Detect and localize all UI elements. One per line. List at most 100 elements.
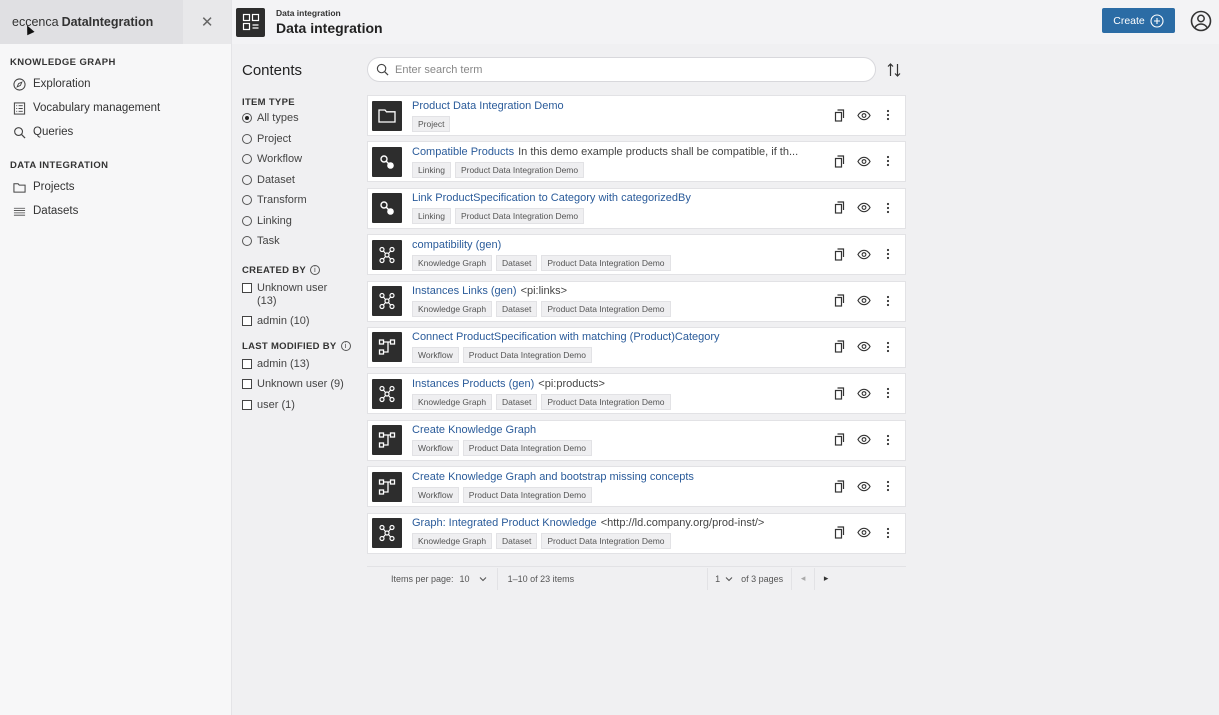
list-item[interactable]: Create Knowledge Graph and bootstrap mis… — [367, 466, 906, 508]
filter-label: Workflow — [257, 153, 303, 165]
folder-icon — [372, 100, 402, 131]
app-brand[interactable]: eccenca DataIntegration — [0, 0, 184, 44]
prev-page-icon[interactable]: ◂ — [792, 573, 814, 584]
checkbox[interactable] — [242, 315, 252, 326]
radio[interactable] — [242, 195, 252, 205]
search-input[interactable] — [395, 63, 855, 76]
sidebar-item-exploration[interactable]: Exploration — [0, 72, 231, 96]
list-item[interactable]: Connect ProductSpecification with matchi… — [367, 326, 906, 368]
clone-icon[interactable] — [833, 154, 847, 168]
create-button[interactable]: Create — [1102, 8, 1175, 33]
view-icon[interactable] — [857, 247, 871, 261]
view-icon[interactable] — [857, 294, 871, 308]
more-options-icon[interactable] — [881, 247, 895, 261]
next-page-icon[interactable]: ▸ — [815, 573, 837, 584]
list-item[interactable]: Product Data Integration Demo Project — [367, 95, 906, 136]
list-item[interactable]: Link ProductSpecification to Category wi… — [367, 187, 906, 229]
clone-icon[interactable] — [833, 526, 847, 540]
filter-option-project[interactable]: Project — [242, 133, 362, 154]
compass-icon — [13, 77, 26, 91]
view-icon[interactable] — [857, 479, 871, 493]
list-item[interactable]: Instances Links (gen) <pi:links> Knowledge… — [367, 280, 906, 322]
sidebar-item-vocabulary-management[interactable]: Vocabulary management — [0, 96, 231, 120]
list-item[interactable]: Instances Products (gen) <pi:products> Kno… — [367, 373, 906, 415]
more-options-icon[interactable] — [881, 154, 895, 168]
radio[interactable] — [242, 174, 252, 185]
list-item-title-link[interactable]: Instances Products (gen) — [412, 378, 534, 390]
list-item[interactable]: Graph: Integrated Product Knowledge <http… — [367, 512, 906, 554]
user-account-icon[interactable] — [1190, 10, 1212, 32]
list-item-title-link[interactable]: Create Knowledge Graph and bootstrap mis… — [412, 471, 694, 483]
clone-icon[interactable] — [833, 479, 847, 493]
radio-selected[interactable] — [242, 113, 252, 123]
filter-option-modified-admin[interactable]: admin (13) — [242, 358, 362, 379]
view-icon[interactable] — [857, 340, 871, 354]
sidebar-item-label: Datasets — [33, 205, 79, 217]
sort-icon[interactable] — [885, 61, 903, 79]
more-options-icon[interactable] — [881, 340, 895, 354]
more-options-icon[interactable] — [881, 526, 895, 540]
sidebar-item-label: Exploration — [33, 78, 91, 90]
clone-icon[interactable] — [833, 386, 847, 400]
radio[interactable] — [242, 133, 252, 144]
list-item[interactable]: compatibility (gen) Knowledge Graph Datase… — [367, 234, 906, 276]
close-icon[interactable]: ✕ — [183, 0, 231, 44]
list-item-title-link[interactable]: compatibility (gen) — [412, 239, 501, 251]
more-options-icon[interactable] — [881, 433, 895, 447]
list-item-body: Instances Links (gen) <pi:links> Knowledge… — [412, 285, 905, 318]
filter-option-linking[interactable]: Linking — [242, 215, 362, 236]
info-icon[interactable]: i — [310, 265, 321, 275]
list-item-title-link[interactable]: Create Knowledge Graph — [412, 424, 536, 436]
clone-icon[interactable] — [833, 294, 847, 308]
page-select[interactable]: 1 — [715, 574, 733, 584]
radio[interactable] — [242, 154, 252, 164]
clone-icon[interactable] — [833, 433, 847, 447]
checkbox[interactable] — [242, 379, 252, 389]
list-item-title-link[interactable]: Instances Links (gen) — [412, 285, 517, 297]
list-item-title-link[interactable]: Graph: Integrated Product Knowledge — [412, 517, 597, 529]
list-item[interactable]: Create Knowledge Graph Workflow Product Da… — [367, 419, 906, 461]
view-icon[interactable] — [857, 433, 871, 447]
filter-option-all-types[interactable]: All types — [242, 112, 362, 133]
filter-option-created-unknown-user[interactable]: Unknown user (13) — [242, 282, 362, 315]
checkbox[interactable] — [242, 399, 252, 410]
list-item-title-link[interactable]: Product Data Integration Demo — [412, 100, 564, 112]
view-icon[interactable] — [857, 108, 871, 122]
view-icon[interactable] — [857, 526, 871, 540]
radio[interactable] — [242, 236, 252, 246]
radio[interactable] — [242, 215, 252, 226]
filter-option-created-admin[interactable]: admin (10) — [242, 315, 362, 336]
sidebar-item-projects[interactable]: Projects — [0, 175, 231, 199]
view-icon[interactable] — [857, 201, 871, 215]
view-icon[interactable] — [857, 154, 871, 168]
filter-option-modified-user[interactable]: user (1) — [242, 399, 362, 420]
filter-option-workflow[interactable]: Workflow — [242, 153, 362, 174]
tag-list: Knowledge Graph Dataset Product Data Integ… — [412, 254, 905, 271]
clone-icon[interactable] — [833, 201, 847, 215]
filter-option-dataset[interactable]: Dataset — [242, 174, 362, 195]
sidebar-item-queries[interactable]: Queries — [0, 120, 231, 144]
list-item-title-link[interactable]: Connect ProductSpecification with matchi… — [412, 331, 720, 343]
info-icon[interactable]: i — [340, 341, 351, 351]
list-item-title-link[interactable]: Compatible Products — [412, 146, 514, 158]
filter-label: Transform — [257, 194, 307, 206]
clone-icon[interactable] — [833, 247, 847, 261]
filter-option-transform[interactable]: Transform — [242, 194, 362, 215]
items-per-page-select[interactable]: 10 — [460, 574, 487, 584]
checkbox[interactable] — [242, 358, 252, 369]
list-item[interactable]: Compatible Products In this demo example … — [367, 141, 906, 183]
filter-option-task[interactable]: Task — [242, 235, 362, 256]
clone-icon[interactable] — [833, 108, 847, 122]
filter-option-modified-unknown-user[interactable]: Unknown user (9) — [242, 378, 362, 399]
sidebar-item-datasets[interactable]: Datasets — [0, 199, 231, 223]
checkbox[interactable] — [242, 282, 252, 293]
more-options-icon[interactable] — [881, 108, 895, 122]
view-icon[interactable] — [857, 386, 871, 400]
tag-list: Knowledge Graph Dataset Product Data Integ… — [412, 533, 905, 550]
more-options-icon[interactable] — [881, 294, 895, 308]
more-options-icon[interactable] — [881, 201, 895, 215]
list-item-title-link[interactable]: Link ProductSpecification to Category wi… — [412, 192, 691, 204]
more-options-icon[interactable] — [881, 386, 895, 400]
more-options-icon[interactable] — [881, 479, 895, 493]
clone-icon[interactable] — [833, 340, 847, 354]
